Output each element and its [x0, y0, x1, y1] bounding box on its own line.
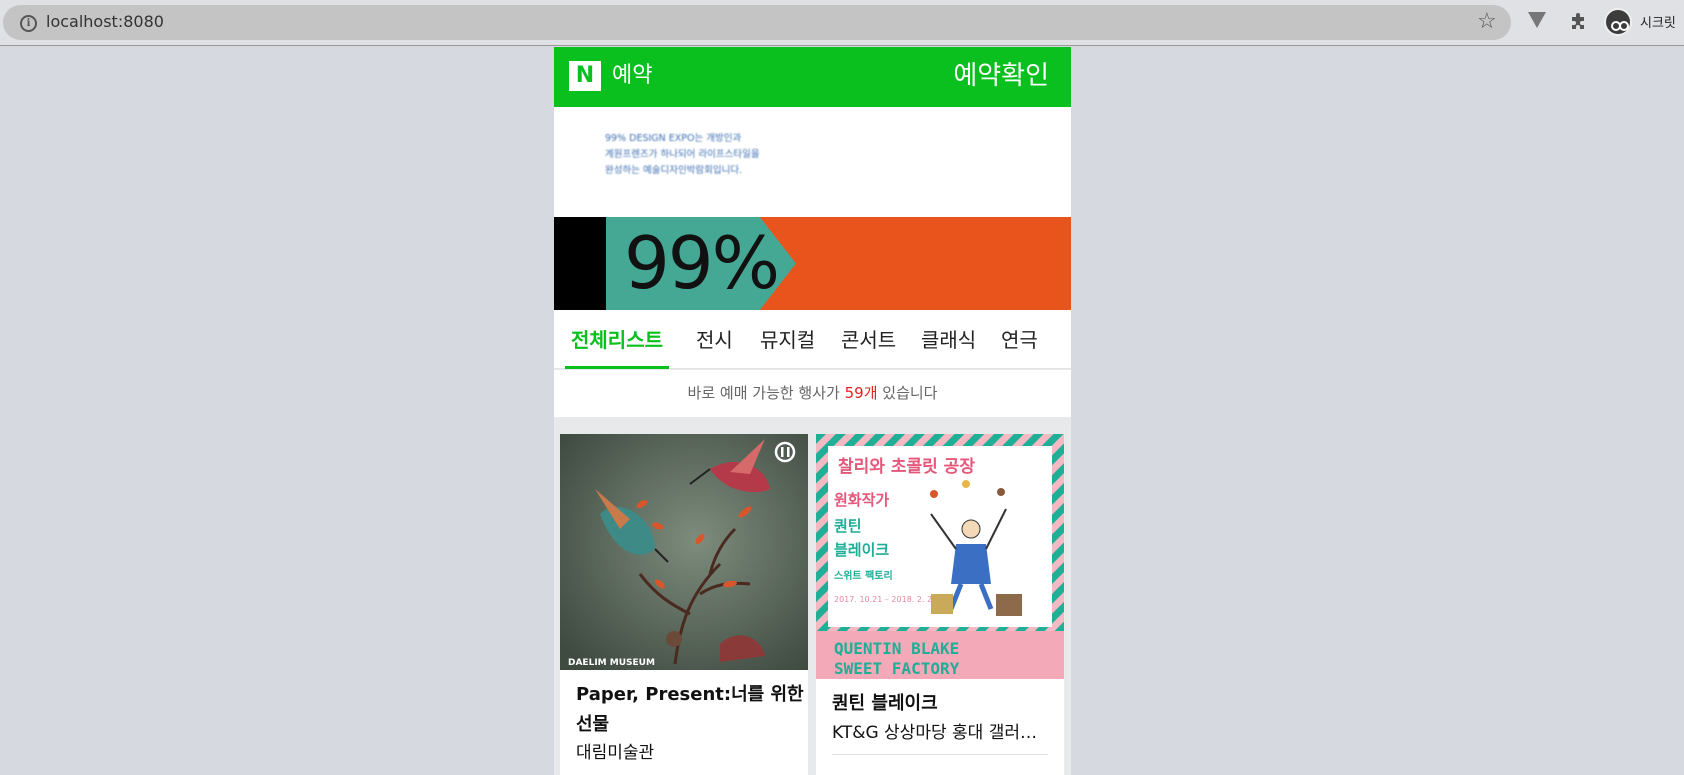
naver-logo-icon[interactable]: N: [569, 61, 601, 91]
tab-classic[interactable]: 클래식: [921, 310, 976, 369]
event-title[interactable]: Paper, Present:너를 위한 선물: [576, 680, 804, 740]
logo-text[interactable]: 예약: [612, 61, 652, 91]
image-caption: DAELIM MUSEUM: [568, 658, 655, 668]
profile-label[interactable]: 시크릿: [1640, 12, 1676, 31]
event-title-line: Paper, Present:너를 위한: [576, 684, 804, 705]
address-bar[interactable]: i localhost:8080 ☆: [3, 5, 1511, 40]
event-title[interactable]: 퀀틴 블레이크: [832, 689, 938, 719]
event-count-bar: 바로 예매 가능한 행사가 59개 있습니다: [554, 370, 1071, 417]
tab-all[interactable]: 전체리스트: [565, 310, 669, 369]
count-prefix: 바로 예매 가능한 행사가: [687, 384, 845, 402]
event-count: 59개: [844, 384, 878, 402]
tab-exhibition[interactable]: 전시: [696, 310, 733, 369]
card-divider: [832, 754, 1048, 755]
poster-footer: SWEET FACTORY: [834, 659, 960, 678]
event-thumbnail[interactable]: 찰리와 초콜릿 공장 원화작가 퀀틴 블레이크 스위트 팩토리 2017. 10…: [816, 434, 1064, 679]
poster-footer: QUENTIN BLAKE: [834, 639, 959, 658]
event-card[interactable]: 찰리와 초콜릿 공장 원화작가 퀀틴 블레이크 스위트 팩토리 2017. 10…: [816, 434, 1064, 775]
banner-big-text: 99%: [624, 221, 780, 305]
poster-line: 원화작가: [834, 491, 889, 509]
banner-text-line: 99% DESIGN EXPO는 개방인과: [605, 133, 742, 144]
app-header: N 예약 예약확인: [554, 47, 1071, 107]
banner-text: 99% DESIGN EXPO는 개방인과 계원프렌즈가 하나되어 라이프스타일…: [605, 131, 825, 179]
banner-color-band: 99%: [554, 217, 1071, 310]
poster-line: 블레이크: [834, 541, 889, 559]
event-place: KT&G 상상마당 홍대 갤러…: [832, 723, 1037, 743]
promo-banner[interactable]: 99% DESIGN EXPO는 개방인과 계원프렌즈가 하나되어 라이프스타일…: [554, 107, 1071, 310]
bookmark-star-icon[interactable]: ☆: [1477, 9, 1497, 35]
puzzle-extensions-icon[interactable]: [1569, 11, 1589, 31]
event-card[interactable]: DAELIM MUSEUM Paper, Present:너를 위한 선물 대림…: [560, 434, 808, 775]
tab-concert[interactable]: 콘서트: [841, 310, 896, 369]
band-black-block: [554, 217, 606, 310]
quentin-blake-poster: 찰리와 초콜릿 공장 원화작가 퀀틴 블레이크 스위트 팩토리 2017. 10…: [816, 434, 1064, 679]
poster-headline: 찰리와 초콜릿 공장: [838, 457, 975, 477]
banner-text-line: 완성하는 예술디자인박람회입니다.: [605, 165, 743, 176]
tab-play[interactable]: 연극: [1001, 310, 1038, 369]
poster-line: 스위트 팩토리: [834, 569, 893, 582]
incognito-profile-icon[interactable]: [1604, 8, 1632, 36]
reservation-confirm-link[interactable]: 예약확인: [953, 59, 1049, 93]
category-tabs: 전체리스트 전시 뮤지컬 콘서트 클래식 연극: [554, 310, 1071, 369]
info-icon[interactable]: i: [20, 15, 37, 32]
poster-dates: 2017. 10.21 – 2018. 2. 20: [834, 595, 937, 604]
browser-toolbar: i localhost:8080 ☆ 시크릿: [0, 0, 1684, 46]
poster-line: 퀀틴: [834, 517, 862, 535]
event-title-line: 선물: [576, 714, 610, 735]
paper-bird-artwork: DAELIM MUSEUM: [560, 434, 808, 670]
tab-musical[interactable]: 뮤지컬: [760, 310, 815, 369]
vue-extension-icon[interactable]: [1528, 12, 1546, 28]
event-thumbnail[interactable]: DAELIM MUSEUM: [560, 434, 808, 670]
url-text[interactable]: localhost:8080: [46, 12, 164, 32]
count-suffix: 있습니다: [877, 384, 938, 402]
event-place: 대림미술관: [576, 743, 655, 763]
reservation-app: N 예약 예약확인 99% DESIGN EXPO는 개방인과 계원프렌즈가 하…: [554, 47, 1071, 775]
banner-text-line: 계원프렌즈가 하나되어 라이프스타일을: [605, 149, 760, 160]
